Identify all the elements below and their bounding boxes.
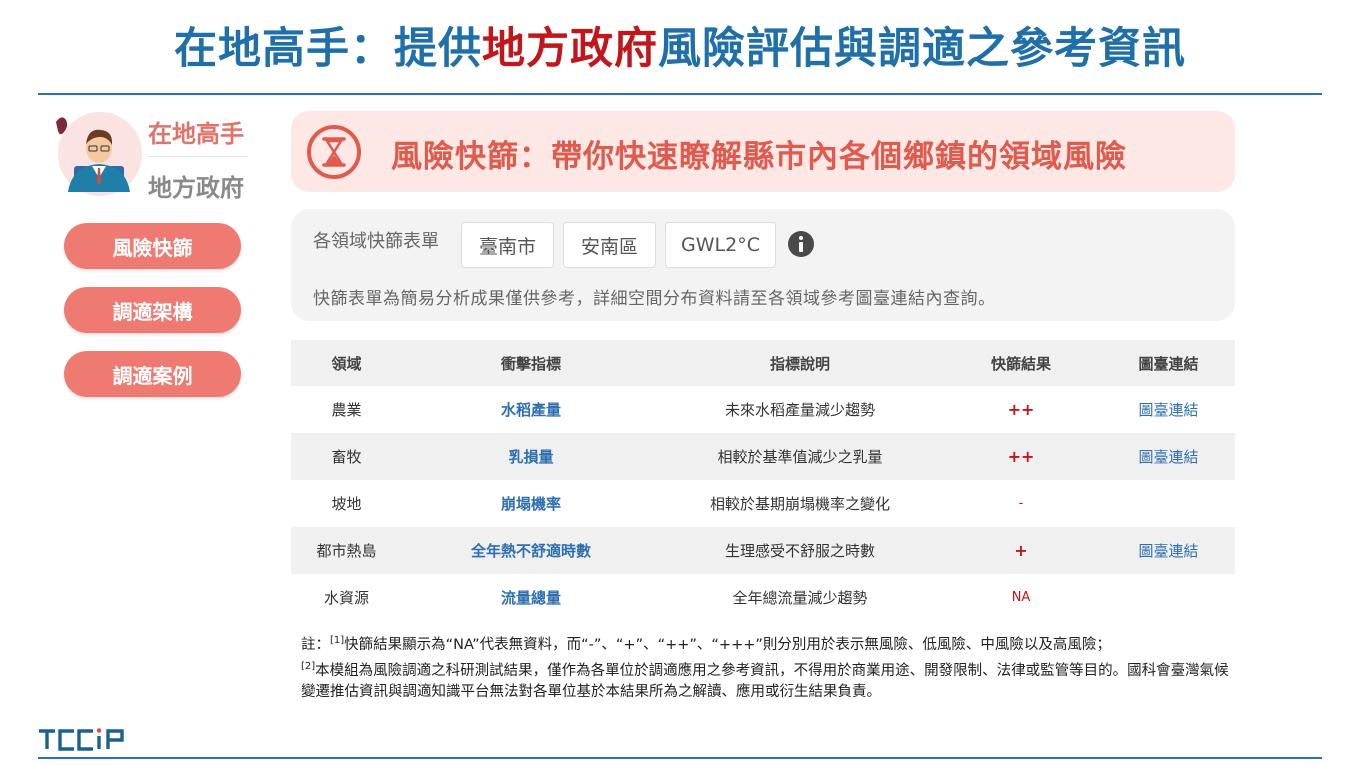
cell-metric: 流量總量 — [500, 589, 561, 607]
cell-description: 相較於基準值減少之乳量 — [717, 448, 883, 466]
hourglass-icon — [307, 125, 361, 179]
top-divider — [38, 93, 1322, 95]
sidebar-button-adaptation-framework[interactable]: 調適架構 — [64, 287, 241, 333]
cell-result: - — [1018, 496, 1024, 511]
header-description: 指標說明 — [769, 354, 830, 373]
info-icon[interactable] — [787, 230, 815, 258]
cell-domain: 坡地 — [331, 495, 362, 513]
table-row: 都市熱島 全年熱不舒適時數 生理感受不舒服之時數 + 圖臺連結 — [291, 527, 1235, 574]
map-link[interactable]: 圖臺連結 — [1102, 446, 1235, 467]
district-select[interactable]: 安南區 — [563, 222, 656, 268]
filter-label: 各領域快篩表單 — [313, 231, 439, 252]
banner-text: 風險快篩：帶你快速瞭解縣市內各個鄉鎮的領域風險 — [391, 139, 1127, 175]
cell-domain: 都市熱島 — [316, 542, 377, 560]
cell-result: + — [1014, 541, 1028, 560]
cell-domain: 農業 — [331, 401, 362, 419]
cell-description: 未來水稻產量減少趨勢 — [724, 401, 875, 419]
filter-panel: 各領域快篩表單 臺南市 安南區 GWL2°C 快篩表單為簡易分析成果僅供參考，詳… — [291, 209, 1235, 321]
header-link: 圖臺連結 — [1138, 354, 1199, 373]
filter-note: 快篩表單為簡易分析成果僅供參考，詳細空間分布資料請至各領域參考圖臺連結內查詢。 — [313, 289, 996, 309]
cell-result: NA — [1011, 590, 1031, 605]
cell-description: 生理感受不舒服之時數 — [724, 542, 875, 560]
notes-prefix: 註： — [301, 636, 330, 653]
title-highlight: 地方政府 — [482, 24, 658, 74]
cell-description: 全年總流量減少趨勢 — [732, 589, 868, 607]
note-1: 快篩結果顯示為“NA”代表無資料，而“-”、“+”、“++”、“+++”則分別用… — [344, 636, 1111, 653]
sidebar-button-adaptation-cases[interactable]: 調適案例 — [64, 351, 241, 397]
table-row: 畜牧 乳損量 相較於基準值減少之乳量 ++ 圖臺連結 — [291, 433, 1235, 480]
avatar — [46, 108, 146, 198]
gwl-select[interactable]: GWL2°C — [665, 222, 776, 268]
note-ref-2: [2] — [301, 660, 316, 672]
person-avatar-icon — [56, 117, 130, 192]
map-link[interactable]: 圖臺連結 — [1102, 540, 1235, 561]
cell-domain: 畜牧 — [331, 448, 362, 466]
cell-result: ++ — [1007, 400, 1035, 419]
map-link[interactable]: 圖臺連結 — [1102, 399, 1235, 420]
cell-metric: 乳損量 — [508, 448, 554, 466]
risk-screening-banner: 風險快篩：帶你快速瞭解縣市內各個鄉鎮的領域風險 — [291, 111, 1235, 192]
cell-metric: 水稻產量 — [500, 401, 561, 419]
title-part1: 在地高手：提供 — [174, 24, 482, 74]
table-row: 農業 水稻產量 未來水稻產量減少趨勢 ++ 圖臺連結 — [291, 386, 1235, 433]
bottom-divider — [38, 757, 1322, 759]
sidebar-button-risk-screening[interactable]: 風險快篩 — [64, 223, 241, 269]
tccip-logo — [38, 727, 128, 755]
footnotes: 註：[1]快篩結果顯示為“NA”代表無資料，而“-”、“+”、“++”、“+++… — [301, 630, 1231, 703]
city-select[interactable]: 臺南市 — [461, 222, 554, 268]
cell-domain: 水資源 — [323, 589, 369, 607]
risk-table: 領域 衝擊指標 指標說明 快篩結果 圖臺連結 農業 水稻產量 未來水稻產量減少趨… — [291, 340, 1235, 621]
header-metric: 衝擊指標 — [500, 354, 561, 373]
sidebar-heading: 在地高手 — [148, 120, 244, 148]
table-row: 水資源 流量總量 全年總流量減少趨勢 NA — [291, 574, 1235, 621]
title-part2: 風險評估與調適之參考資訊 — [658, 24, 1186, 74]
sidebar-divider — [148, 156, 248, 157]
table-header: 領域 衝擊指標 指標說明 快篩結果 圖臺連結 — [291, 340, 1235, 386]
note-ref-1: [1] — [330, 635, 345, 646]
table-row: 坡地 崩塌機率 相較於基期崩塌機率之變化 - — [291, 480, 1235, 527]
header-domain: 領域 — [331, 354, 362, 373]
cell-metric: 全年熱不舒適時數 — [470, 542, 591, 560]
cell-description: 相較於基期崩塌機率之變化 — [709, 495, 890, 513]
note-2: 本模組為風險調適之科研測試結果，僅作為各單位於調適應用之參考資訊，不得用於商業用… — [301, 662, 1229, 700]
page-title: 在地高手：提供地方政府風險評估與調適之參考資訊 — [0, 14, 1360, 76]
tccip-logo-icon — [39, 728, 124, 751]
sidebar-subheading: 地方政府 — [148, 174, 244, 202]
cell-result: ++ — [1007, 447, 1035, 466]
cell-metric: 崩塌機率 — [500, 495, 561, 513]
header-result: 快篩結果 — [990, 354, 1051, 373]
